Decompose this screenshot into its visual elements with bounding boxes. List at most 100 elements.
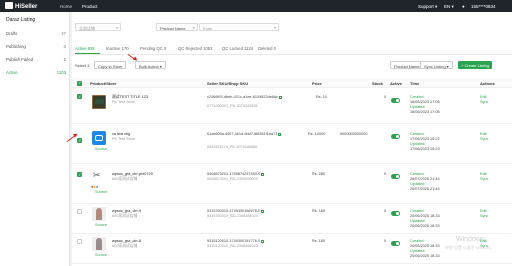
create-listing-button[interactable]: + Create Listing [458, 61, 493, 69]
active-toggle[interactable] [391, 134, 400, 139]
active-toggle[interactable] [391, 174, 400, 179]
updated-time: 20/06/2025 18:33 [410, 254, 440, 258]
sidebar-item-count: 47 [61, 31, 66, 36]
sidebar-item-publishing[interactable]: Publishing 0 [6, 44, 66, 52]
sidebar-title: Daraz Listing [6, 17, 36, 23]
stock: 9000000000000 [340, 132, 368, 136]
sidebar-item-publish-failed[interactable]: Publish Failed 5 [6, 57, 66, 65]
store-select[interactable]: 全部店铺 [75, 23, 121, 31]
sidebar-item-drafts[interactable]: Drafts 47 [6, 31, 66, 39]
copy-icon[interactable] [261, 172, 265, 176]
product-thumbnail[interactable] [92, 237, 106, 251]
sync-listing-label: Sync Listing [424, 63, 446, 69]
table-row: Source xu test niig PK Test Store 61cb60… [72, 124, 512, 164]
active-toggle[interactable] [391, 211, 400, 216]
sidebar-item-count: 1103 [56, 70, 66, 75]
store-icon: ● [95, 184, 99, 189]
language-label: EN [444, 3, 451, 9]
sync-link[interactable]: Sync [480, 137, 488, 141]
active-toggle[interactable] [391, 241, 400, 246]
source-link[interactable]: Source [95, 190, 107, 194]
updated-label: Updated: [410, 182, 426, 186]
copy-icon[interactable] [278, 95, 282, 99]
nav-product[interactable]: Product [82, 4, 98, 9]
copy-icon[interactable] [278, 132, 282, 136]
source-link[interactable]: Source [95, 147, 107, 151]
support-menu[interactable]: Support ▾ [418, 4, 437, 10]
sidebar-item-active[interactable]: Active 1103 [6, 70, 66, 78]
edit-link[interactable]: Edit [480, 209, 487, 213]
seller-sku: 5408673201-1759874237450-0 [207, 172, 265, 176]
copy-icon[interactable] [261, 209, 265, 213]
created-time: 26/07/2025 21:44 [410, 177, 440, 181]
created-label: Created: [410, 239, 425, 243]
bulk-action-label: Bulk Action [139, 63, 159, 69]
row-checkbox[interactable] [77, 239, 82, 244]
stock: 0 [384, 172, 387, 176]
user-phone[interactable]: 155****0834 [471, 4, 496, 9]
row-checkbox[interactable] [77, 209, 82, 214]
nav-home[interactable]: Home [60, 4, 72, 9]
product-thumbnail[interactable] [92, 207, 106, 221]
main-content: 全部店铺 Product Name Enter Active 938 Inact… [72, 12, 512, 266]
sync-link[interactable]: Sync [480, 100, 488, 104]
product-name-filter-label: Product Name [394, 63, 420, 69]
copy-icon[interactable] [261, 239, 265, 243]
app-name: HiSeller [15, 4, 38, 10]
edit-link[interactable]: Edit [480, 132, 487, 136]
bulk-action-button[interactable]: Bulk Action ▾ [135, 61, 166, 69]
product-name[interactable]: xu test niig [112, 132, 130, 136]
row-checkbox[interactable] [77, 138, 82, 143]
active-toggle[interactable] [391, 98, 400, 103]
person-icon [96, 208, 102, 220]
search-field-select[interactable]: Product Name [156, 23, 198, 31]
edit-link[interactable]: Edit [480, 95, 487, 99]
column-time: Time [410, 81, 420, 86]
product-name[interactable]: wpsoc_gra_clrr-prx0729 [112, 172, 153, 176]
product-thumbnail[interactable] [92, 95, 106, 109]
copy-to-store-button[interactable]: Copy to Store [94, 61, 127, 69]
tab-qc-locked[interactable]: QC Locked 1124 [222, 46, 253, 51]
product-thumbnail[interactable]: ✂ [92, 170, 106, 184]
seller-sku: 61cb605a-4497-4b1d-9dd7-6f8361f1ba73 [207, 132, 282, 136]
updated-time: 20/06/2025 18:33 [410, 224, 440, 228]
tools-icon: ✂ [93, 170, 101, 180]
sidebar-item-count: 5 [63, 57, 66, 62]
row-checkbox[interactable] [77, 94, 82, 99]
tab-inactive[interactable]: Inactive 170 [106, 46, 129, 51]
seller-sku: 5315120010-1749300151776-0 [207, 239, 265, 243]
select-all-checkbox[interactable] [77, 80, 82, 86]
column-stock: Stock [372, 81, 383, 86]
stock: 0 [384, 239, 387, 243]
search-input[interactable]: Enter [199, 23, 279, 31]
tab-pending-qc[interactable]: Pending QC 0 [140, 46, 166, 51]
created-label: Created: [410, 95, 425, 99]
table-row: 测试TEST TITLE 123 PK Test Store c2466f93-… [72, 89, 512, 124]
updated-time: 17/06/2023 15:23 [410, 147, 440, 151]
product-name[interactable]: wpsoc_gra_clrr-8 [112, 239, 141, 243]
sync-link[interactable]: Sync [480, 214, 488, 218]
tab-deleted[interactable]: Deleted 0 [258, 46, 276, 51]
store-name: PK Test Store [112, 137, 136, 141]
updated-time: 16/06/2023 17:05 [410, 110, 440, 114]
row-checkbox[interactable] [77, 172, 82, 177]
price: Rs. 10 [316, 95, 327, 99]
tab-qc-rejected[interactable]: QC Rejected 1052 [178, 46, 212, 51]
product-name[interactable]: wpsoc_gra_clrr-9 [112, 209, 141, 213]
source-link[interactable]: Source [95, 253, 107, 257]
sync-listing-button[interactable]: Sync Listing ▾ [420, 61, 453, 69]
updated-time: 26/07/2025 21:44 [410, 187, 440, 191]
edit-link[interactable]: Edit [480, 172, 487, 176]
windows-watermark-subtitle: 转到"设置"以激活 Windows。 [445, 246, 495, 250]
tab-active[interactable]: Active 938 [75, 46, 95, 51]
sidebar-item-label: Active [6, 70, 18, 75]
product-thumbnail[interactable] [92, 131, 106, 145]
language-select[interactable]: EN ▾ [444, 4, 454, 10]
sync-link[interactable]: Sync [480, 177, 488, 181]
updated-label: Updated: [410, 219, 426, 223]
sidebar-item-label: Publish Failed [6, 57, 33, 62]
app-logo[interactable]: HiSeller [5, 2, 37, 10]
source-link[interactable]: Source [95, 223, 107, 227]
windows-watermark: Windows [456, 236, 485, 243]
shop-sku: 5315120010_BD-2348484023 [207, 244, 258, 248]
